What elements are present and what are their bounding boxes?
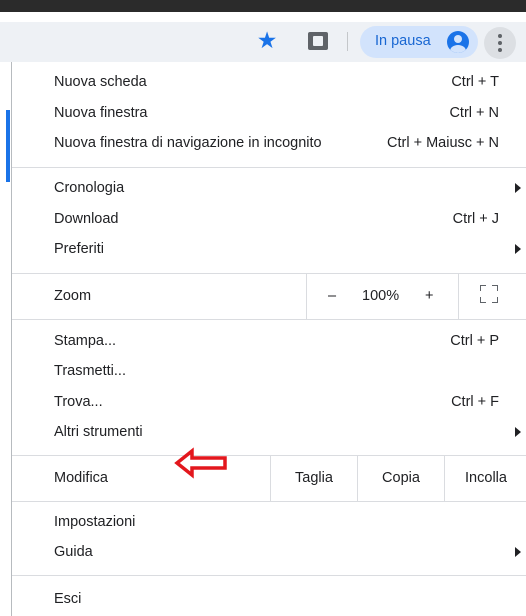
submenu-arrow-icon: [515, 244, 521, 254]
menu-item-shortcut: Ctrl + Maiusc + N: [387, 135, 499, 151]
menu-item-label: Esci: [54, 591, 82, 607]
menu-item-label: Impostazioni: [54, 514, 136, 530]
menu-item-cast[interactable]: Trasmetti...: [12, 357, 526, 387]
menu-divider: [12, 273, 526, 274]
toolbar-separator: [347, 32, 348, 51]
menu-item-history[interactable]: Cronologia: [12, 174, 526, 204]
window-gap: [0, 12, 526, 22]
menu-item-label: Zoom: [54, 288, 92, 304]
avatar-head: [454, 35, 462, 43]
menu-item-label: Nuova scheda: [54, 74, 147, 90]
zoom-level: 100%: [362, 288, 400, 304]
zoom-out-button[interactable]: –: [328, 288, 336, 304]
menu-item-shortcut: Ctrl + F: [451, 394, 499, 410]
menu-item-edit: Modifica: [12, 464, 270, 494]
menu-item-shortcut: Ctrl + J: [452, 211, 499, 227]
fullscreen-icon[interactable]: [480, 285, 498, 303]
submenu-arrow-icon: [515, 183, 521, 193]
menu-item-zoom: Zoom: [12, 282, 306, 312]
menu-item-shortcut: Ctrl + T: [451, 74, 499, 90]
menu-item-new-window[interactable]: Nuova finestra Ctrl + N: [12, 99, 526, 129]
menu-item-new-tab[interactable]: Nuova scheda Ctrl + T: [12, 68, 526, 98]
page-accent-strip: [6, 110, 10, 182]
menu-divider: [12, 501, 526, 502]
menu-item-shortcut: Ctrl + N: [449, 105, 499, 121]
chrome-menu: Nuova scheda Ctrl + T Nuova finestra Ctr…: [11, 62, 526, 616]
menu-item-label: Modifica: [54, 470, 108, 486]
avatar-body: [450, 45, 466, 53]
menu-item-settings[interactable]: Impostazioni: [12, 508, 526, 538]
zoom-separator: [458, 274, 459, 319]
menu-item-find[interactable]: Trova... Ctrl + F: [12, 388, 526, 418]
menu-item-bookmarks[interactable]: Preferiti: [12, 235, 526, 265]
menu-item-incognito[interactable]: Nuova finestra di navigazione in incogni…: [12, 129, 526, 159]
menu-divider: [12, 455, 526, 456]
window-top-bar: [0, 0, 526, 12]
paused-label: In pausa: [375, 33, 431, 49]
menu-divider: [12, 575, 526, 576]
menu-item-label: Cronologia: [54, 180, 125, 196]
paste-button[interactable]: Incolla: [445, 470, 526, 490]
menu-item-label: Stampa...: [54, 333, 117, 349]
menu-item-label: Preferiti: [54, 241, 104, 257]
menu-item-label: Trasmetti...: [54, 363, 126, 379]
menu-item-print[interactable]: Stampa... Ctrl + P: [12, 327, 526, 357]
extension-icon[interactable]: [308, 32, 328, 50]
menu-item-shortcut: Ctrl + P: [450, 333, 499, 349]
submenu-arrow-icon: [515, 547, 521, 557]
menu-item-label: Trova...: [54, 394, 103, 410]
menu-divider: [12, 167, 526, 168]
copy-button[interactable]: Copia: [358, 470, 444, 490]
avatar-icon: [447, 31, 469, 53]
menu-item-exit[interactable]: Esci: [12, 585, 526, 615]
menu-item-label: Nuova finestra di navigazione in incogni…: [54, 135, 322, 151]
submenu-arrow-icon: [515, 427, 521, 437]
menu-item-label: Download: [54, 211, 119, 227]
menu-item-help[interactable]: Guida: [12, 538, 526, 568]
menu-item-more-tools[interactable]: Altri strumenti: [12, 418, 526, 448]
menu-item-label: Nuova finestra: [54, 105, 148, 121]
zoom-in-button[interactable]: +: [425, 288, 433, 304]
annotation-arrow-icon: [174, 447, 227, 479]
menu-item-downloads[interactable]: Download Ctrl + J: [12, 205, 526, 235]
menu-divider: [12, 319, 526, 320]
bookmark-star-icon[interactable]: ★: [255, 28, 279, 52]
menu-item-label: Altri strumenti: [54, 424, 143, 440]
profile-paused-button[interactable]: In pausa: [360, 26, 478, 58]
menu-item-label: Guida: [54, 544, 93, 560]
zoom-separator: [306, 274, 307, 319]
cut-button[interactable]: Taglia: [271, 470, 357, 490]
more-vert-icon[interactable]: [484, 27, 516, 59]
